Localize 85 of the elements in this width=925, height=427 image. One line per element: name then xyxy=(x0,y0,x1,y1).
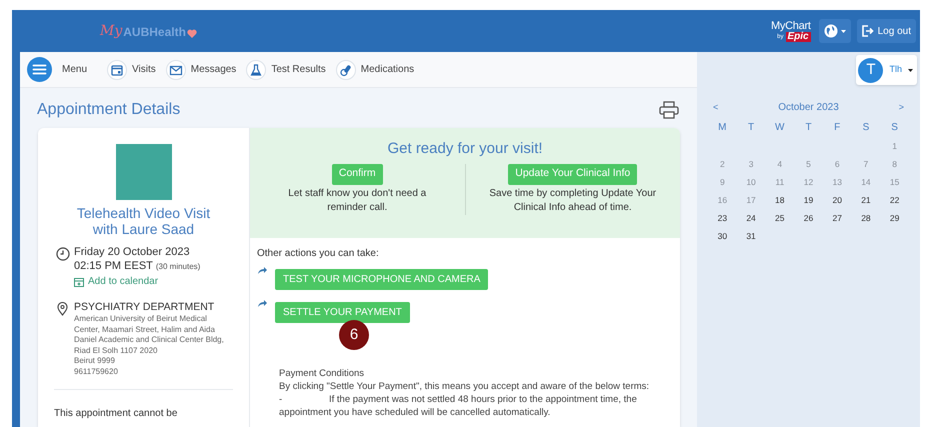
user-menu-button[interactable]: T Tlh xyxy=(856,55,917,85)
pills-icon xyxy=(336,60,356,80)
logo: MyAUBHealth xyxy=(100,24,197,38)
payment-conditions-text: By clicking "Settle Your Payment", this means you accept and aware of the below terms: xyxy=(279,380,650,393)
visit-title: Telehealth Video Visit with Laure Saad xyxy=(76,205,212,237)
calendar-day[interactable]: 31 xyxy=(736,230,766,243)
calendar-day: 11 xyxy=(765,176,794,189)
action-description: Save time by completing Update Your Clinical Info ahead of time. xyxy=(488,186,658,214)
calendar-day[interactable]: 26 xyxy=(794,212,823,225)
calendar-day: 13 xyxy=(822,176,852,189)
duration: (30 minutes) xyxy=(156,261,200,273)
flask-icon xyxy=(246,60,266,80)
print-icon[interactable] xyxy=(659,101,679,119)
share-arrow-icon xyxy=(257,300,267,307)
payment-term: - If the payment was not settled 48 hours prior to the appointment time, the appointment you have scheduled will be cancelled automatically. xyxy=(279,393,638,419)
logout-button[interactable]: Log out xyxy=(856,19,916,43)
nav-link[interactable]: Medications xyxy=(336,60,414,80)
address-line: Beirut 9999 xyxy=(74,356,116,366)
logout-icon xyxy=(862,25,874,37)
payment-conditions-title: Payment Conditions xyxy=(279,367,366,380)
weekday-label: M xyxy=(717,121,728,135)
calendar-day[interactable]: 19 xyxy=(794,194,823,207)
next-month-button[interactable]: > xyxy=(898,100,904,114)
menu-icon xyxy=(27,57,52,82)
envelope-icon xyxy=(166,60,186,80)
calendar-day[interactable]: 23 xyxy=(708,212,737,225)
weekday-label: S xyxy=(890,121,899,135)
action-description: Let staff know you don't need a reminder call. xyxy=(287,186,428,214)
address-line: 9611759620 xyxy=(74,366,119,377)
share-arrow-icon xyxy=(257,267,267,274)
weekday-label: T xyxy=(804,121,813,135)
calendar-day: 4 xyxy=(765,158,794,171)
calendar-day: 17 xyxy=(736,194,766,207)
weekday-label: T xyxy=(747,121,756,135)
nav-link[interactable]: Messages xyxy=(166,60,236,80)
appointment-date: Friday 20 October 2023 xyxy=(74,245,191,259)
department-name: PSYCHIATRY DEPARTMENT xyxy=(74,301,216,314)
caret-icon xyxy=(908,68,913,72)
globe-icon xyxy=(824,24,838,38)
calendar-day: 16 xyxy=(708,194,737,207)
calendar-day: 1 xyxy=(880,140,909,153)
get-ready-title: Get ready for your visit! xyxy=(387,139,543,159)
weekday-label: W xyxy=(774,121,786,135)
calendar-day[interactable]: 28 xyxy=(852,212,880,225)
calendar-day: 7 xyxy=(852,158,880,171)
calendar-day[interactable]: 30 xyxy=(708,230,737,243)
menu-button[interactable]: Menu xyxy=(27,57,88,82)
calendar-day[interactable]: 22 xyxy=(880,194,909,207)
calendar-day: 9 xyxy=(708,176,737,189)
calendar-day: 2 xyxy=(708,158,737,171)
nav-link[interactable]: Visits xyxy=(107,60,156,80)
calendar-add-icon xyxy=(74,276,84,286)
calendar-day: 10 xyxy=(736,176,766,189)
calendar-icon xyxy=(107,60,128,80)
calendar-day: 15 xyxy=(880,176,909,189)
month-title: October 2023 xyxy=(778,101,839,115)
location-pin-icon xyxy=(57,302,68,316)
calendar-day: 12 xyxy=(794,176,823,189)
calendar-day[interactable]: 29 xyxy=(880,212,909,225)
annotation-marker: 6 xyxy=(339,320,369,350)
appointment-time: 02:15 PM EEST xyxy=(74,259,153,273)
caret-icon xyxy=(840,30,846,32)
calendar-day[interactable]: 25 xyxy=(765,212,794,225)
calendar-day[interactable]: 24 xyxy=(736,212,766,225)
appointment-note: This appointment cannot be xyxy=(54,407,178,421)
calendar-day: 14 xyxy=(852,176,880,189)
calendar-day[interactable]: 27 xyxy=(822,212,852,225)
calendar-day[interactable]: 21 xyxy=(852,194,880,207)
weekday-label: S xyxy=(862,121,870,135)
other-actions-label: Other actions you can take: xyxy=(257,247,380,261)
calendar-day: 8 xyxy=(880,158,909,171)
page-title: Appointment Details xyxy=(37,100,180,120)
calendar-day: 6 xyxy=(822,158,852,171)
nav-link[interactable]: Test Results xyxy=(246,60,326,80)
weekday-label: F xyxy=(833,121,842,135)
calendar-day[interactable]: 18 xyxy=(765,194,794,207)
calendar-day: 5 xyxy=(794,158,823,171)
calendar-day[interactable]: 20 xyxy=(822,194,852,207)
language-button[interactable] xyxy=(818,19,851,43)
clock-icon xyxy=(56,247,70,261)
previous-month-button[interactable]: < xyxy=(713,100,718,114)
photo-placeholder xyxy=(116,144,172,200)
address-line: American University of Beirut Medical Center, Maamari Street, Halim and Aida Daniel Academic and Clinical Center Bldg, Riad El Solh 1107 2020 xyxy=(74,314,225,356)
calendar-day: 3 xyxy=(736,158,766,171)
heart-icon xyxy=(186,29,197,38)
